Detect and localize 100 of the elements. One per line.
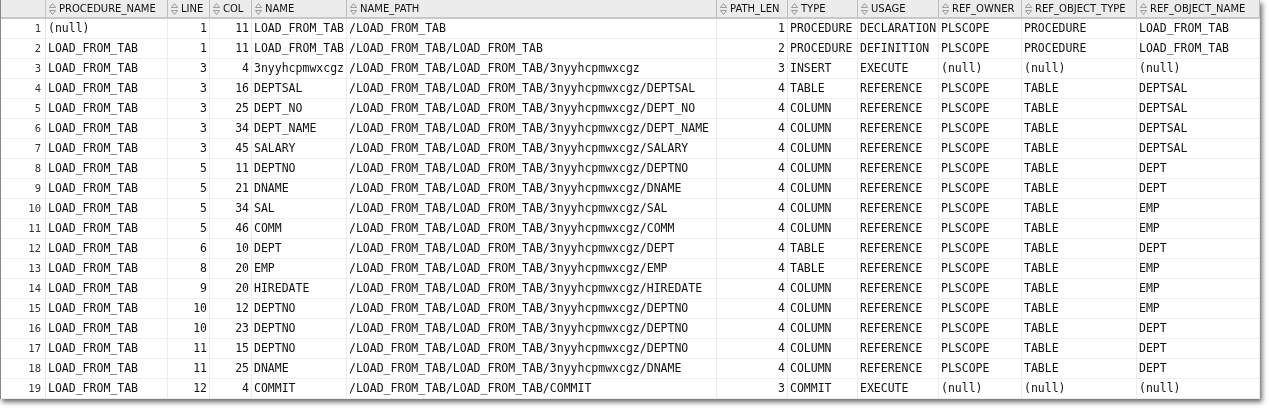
table-cell: INSERT xyxy=(788,59,858,78)
table-cell: COLUMN xyxy=(788,119,858,138)
table-cell: 4 xyxy=(717,359,788,378)
table-cell: LOAD_FROM_TAB xyxy=(46,339,168,358)
table-cell: EMP xyxy=(1137,279,1260,298)
column-header[interactable]: REF_OBJECT_NAME xyxy=(1137,0,1260,17)
column-label: USAGE xyxy=(871,2,906,16)
column-header[interactable]: NAME xyxy=(252,0,347,17)
table-cell: COLUMN xyxy=(788,99,858,118)
table-cell: 2 xyxy=(717,39,788,58)
table-cell: DEPT_NO xyxy=(252,99,347,118)
row-number: 14 xyxy=(1,279,46,298)
table-cell: 10 xyxy=(210,239,252,258)
table-cell: REFERENCE xyxy=(858,139,939,158)
table-cell: TABLE xyxy=(1022,179,1137,198)
table-cell: PLSCOPE xyxy=(939,99,1022,118)
table-cell: 46 xyxy=(210,219,252,238)
table-cell: 21 xyxy=(210,179,252,198)
table-cell: TABLE xyxy=(1022,259,1137,278)
table-cell: COMMIT xyxy=(252,379,347,398)
table-cell: 4 xyxy=(717,159,788,178)
table-cell: 3 xyxy=(717,379,788,398)
column-header[interactable]: PROCEDURE_NAME xyxy=(46,0,168,17)
table-cell: REFERENCE xyxy=(858,119,939,138)
row-number: 11 xyxy=(1,219,46,238)
table-cell: DEPT xyxy=(1137,339,1260,358)
table-cell: LOAD_FROM_TAB xyxy=(46,279,168,298)
table-cell: TABLE xyxy=(1022,239,1137,258)
table-cell: REFERENCE xyxy=(858,199,939,218)
row-number: 17 xyxy=(1,339,46,358)
column-header[interactable]: PATH_LEN xyxy=(717,0,788,17)
table-cell: TABLE xyxy=(1022,299,1137,318)
table-cell: REFERENCE xyxy=(858,339,939,358)
column-label: NAME_PATH xyxy=(360,2,420,16)
table-cell: PLSCOPE xyxy=(939,219,1022,238)
table-cell: 4 xyxy=(717,299,788,318)
table-cell: /LOAD_FROM_TAB/LOAD_FROM_TAB/3nyyhcpmwxcgz/DNAME xyxy=(347,179,717,198)
table-cell: LOAD_FROM_TAB xyxy=(46,39,168,58)
column-label: LINE xyxy=(181,2,204,16)
table-cell: 3 xyxy=(168,99,210,118)
table-cell: LOAD_FROM_TAB xyxy=(252,19,347,38)
table-cell: /LOAD_FROM_TAB/LOAD_FROM_TAB/COMMIT xyxy=(347,379,717,398)
table-cell: /LOAD_FROM_TAB/LOAD_FROM_TAB/3nyyhcpmwxcgz/DEPTNO xyxy=(347,159,717,178)
table-cell: LOAD_FROM_TAB xyxy=(46,139,168,158)
table-cell: TABLE xyxy=(788,259,858,278)
table-cell: LOAD_FROM_TAB xyxy=(252,39,347,58)
row-number: 6 xyxy=(1,119,46,138)
table-cell: /LOAD_FROM_TAB/LOAD_FROM_TAB/3nyyhcpmwxcgz/DEPT_NO xyxy=(347,99,717,118)
sort-icon xyxy=(171,2,178,15)
table-cell: PLSCOPE xyxy=(939,159,1022,178)
table-cell: 4 xyxy=(717,179,788,198)
column-header[interactable]: LINE xyxy=(168,0,210,17)
table-cell: DEFINITION xyxy=(858,39,939,58)
table-cell: DNAME xyxy=(252,179,347,198)
table-cell: 4 xyxy=(717,319,788,338)
column-header[interactable]: USAGE xyxy=(858,0,939,17)
table-cell: 5 xyxy=(168,159,210,178)
table-cell: 4 xyxy=(717,279,788,298)
sort-icon xyxy=(861,2,868,15)
table-cell: SAL xyxy=(252,199,347,218)
table-cell: 12 xyxy=(210,299,252,318)
column-header[interactable]: REF_OBJECT_TYPE xyxy=(1022,0,1137,17)
table-cell: 3 xyxy=(168,119,210,138)
row-number: 3 xyxy=(1,59,46,78)
table-cell: REFERENCE xyxy=(858,179,939,198)
column-header[interactable]: NAME_PATH xyxy=(347,0,717,17)
table-cell: 45 xyxy=(210,139,252,158)
column-header[interactable]: COL xyxy=(210,0,252,17)
table-cell: TABLE xyxy=(1022,339,1137,358)
table-cell: DEPT_NAME xyxy=(252,119,347,138)
table-cell: DEPTSAL xyxy=(252,79,347,98)
table-cell: 4 xyxy=(717,219,788,238)
row-number: 13 xyxy=(1,259,46,278)
column-header[interactable]: TYPE xyxy=(788,0,858,17)
table-cell: 20 xyxy=(210,279,252,298)
column-label: TYPE xyxy=(801,2,826,16)
table-cell: TABLE xyxy=(788,239,858,258)
row-number: 2 xyxy=(1,39,46,58)
table-cell: PROCEDURE xyxy=(788,19,858,38)
row-number: 10 xyxy=(1,199,46,218)
table-cell: COLUMN xyxy=(788,199,858,218)
table-cell: LOAD_FROM_TAB xyxy=(46,159,168,178)
table-cell: TABLE xyxy=(1022,219,1137,238)
table-cell: LOAD_FROM_TAB xyxy=(1137,19,1260,38)
table-cell: LOAD_FROM_TAB xyxy=(46,319,168,338)
table-cell: EMP xyxy=(1137,299,1260,318)
table-cell: EMP xyxy=(1137,259,1260,278)
table-cell: 4 xyxy=(210,59,252,78)
table-cell: TABLE xyxy=(1022,359,1137,378)
table-cell: LOAD_FROM_TAB xyxy=(46,299,168,318)
column-label: REF_OBJECT_TYPE xyxy=(1035,2,1126,16)
column-header[interactable]: REF_OWNER xyxy=(939,0,1022,17)
table-cell: DEPT xyxy=(1137,359,1260,378)
table-cell: REFERENCE xyxy=(858,359,939,378)
table-cell: EMP xyxy=(1137,219,1260,238)
table-cell: (null) xyxy=(939,59,1022,78)
table-cell: LOAD_FROM_TAB xyxy=(46,259,168,278)
table-cell: REFERENCE xyxy=(858,79,939,98)
table-cell: /LOAD_FROM_TAB/LOAD_FROM_TAB/3nyyhcpmwxcgz/DEPT xyxy=(347,239,717,258)
table-cell: PROCEDURE xyxy=(1022,39,1137,58)
